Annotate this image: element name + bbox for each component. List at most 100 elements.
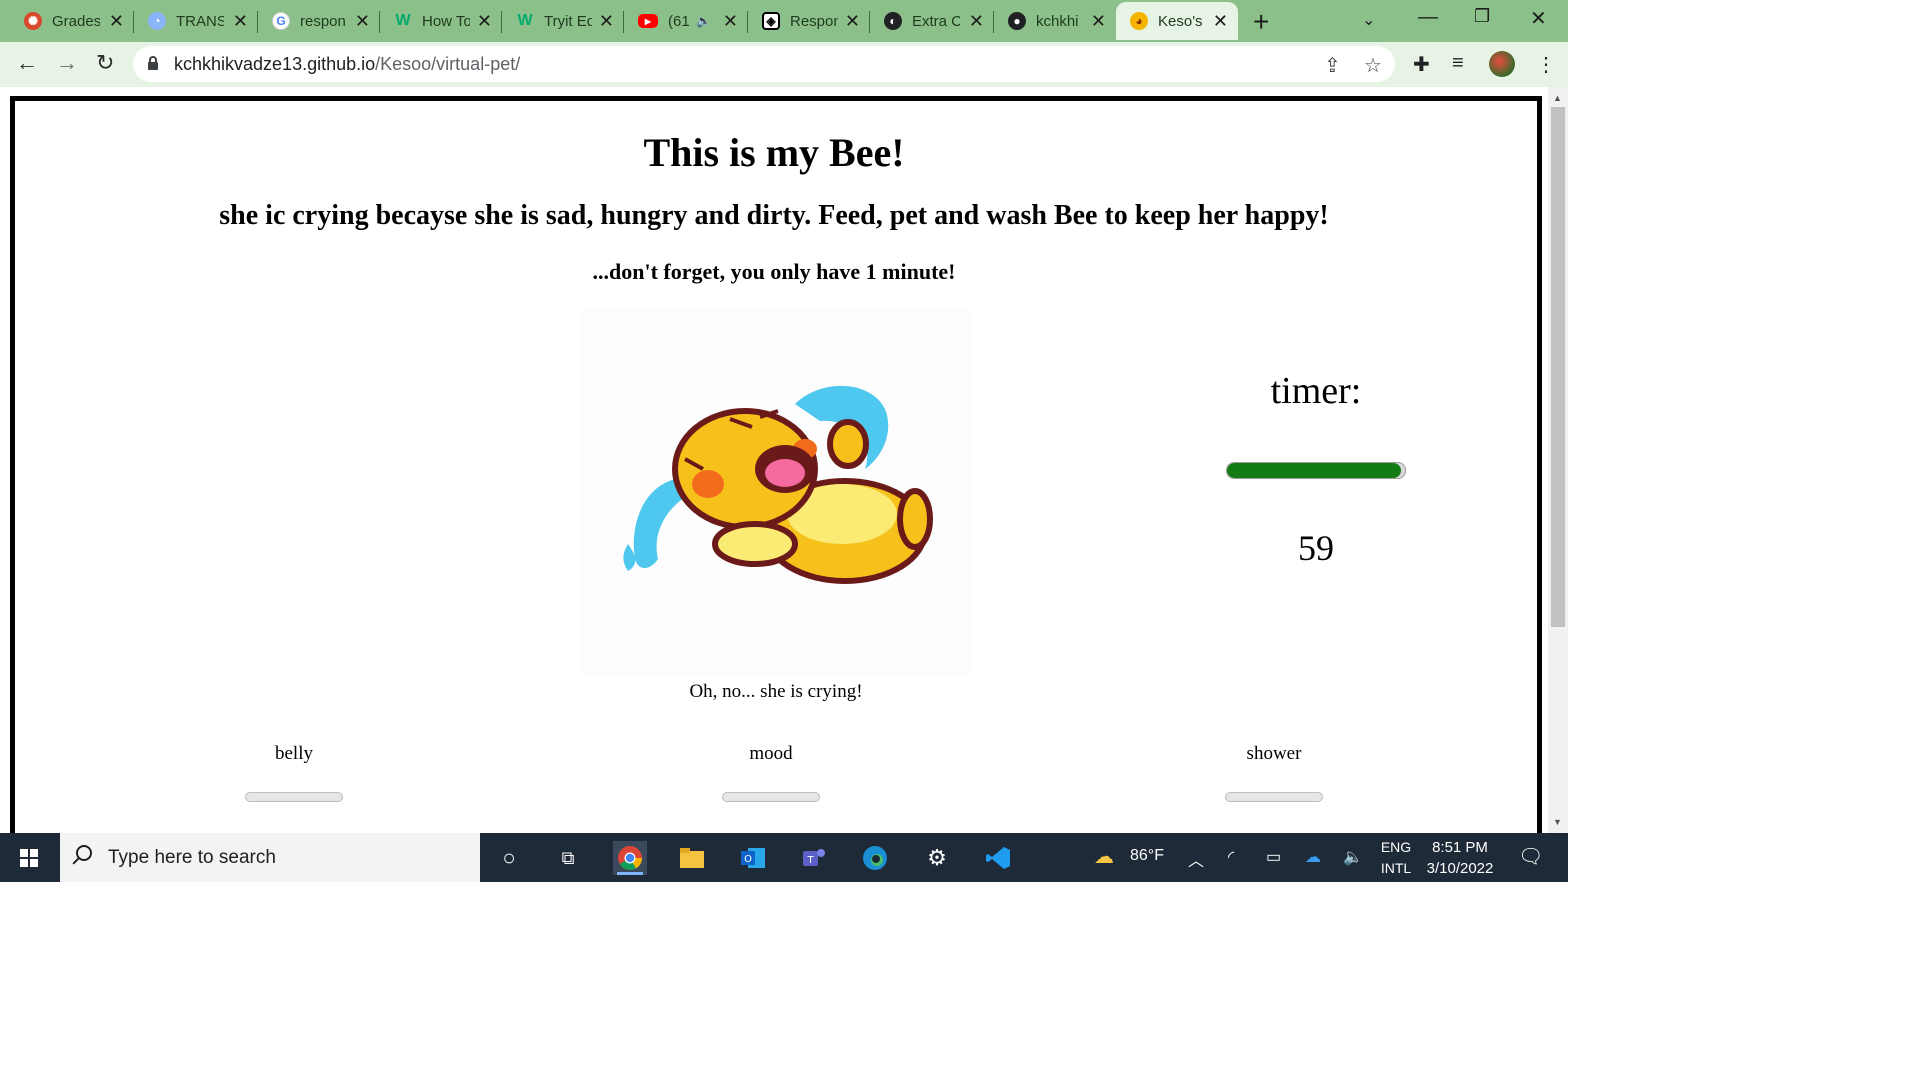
- scroll-down-icon[interactable]: ▼: [1553, 817, 1562, 827]
- mood-meter: [722, 792, 820, 802]
- time-warning: ...don't forget, you only have 1 minute!: [592, 259, 956, 284]
- google-icon: G: [272, 12, 290, 30]
- close-window-icon[interactable]: ✕: [1530, 6, 1547, 31]
- scrollbar-thumb[interactable]: [1551, 107, 1565, 627]
- windows-start-icon[interactable]: [20, 849, 38, 867]
- close-tab-icon[interactable]: ✕: [969, 11, 984, 32]
- url-path: /Kesoo/virtual-pet/: [375, 54, 521, 74]
- tab-title: How To: [422, 12, 470, 30]
- battery-icon[interactable]: ▭: [1266, 847, 1281, 867]
- close-tab-icon[interactable]: ✕: [477, 11, 492, 32]
- w3schools-icon: W: [517, 12, 533, 29]
- scroll-up-icon[interactable]: ▲: [1553, 93, 1562, 103]
- clock-date: 3/10/2022: [1426, 860, 1494, 877]
- back-icon[interactable]: ←: [16, 50, 38, 76]
- speaker-icon[interactable]: 🔈: [696, 14, 711, 28]
- vscode-icon[interactable]: [981, 841, 1015, 875]
- new-tab-button[interactable]: +: [1253, 6, 1269, 38]
- wifi-icon[interactable]: ◜: [1228, 847, 1234, 867]
- shower-label: shower: [1246, 743, 1302, 764]
- teams-icon[interactable]: T: [797, 841, 831, 875]
- share-icon[interactable]: ⇪: [1324, 53, 1341, 78]
- browser-tab[interactable]: W Tryit Ed ✕: [502, 2, 624, 40]
- avatar[interactable]: [1489, 51, 1515, 77]
- taskbar-search-box[interactable]: Type here to search: [60, 833, 480, 882]
- weather-icon[interactable]: ☁: [1094, 844, 1114, 869]
- canvas-icon: ✺: [24, 12, 42, 30]
- close-tab-icon[interactable]: ✕: [845, 11, 860, 32]
- tab-strip: ✺ Grades ✕ ◔ TRANS ✕ G respon ✕ W How To…: [0, 0, 1568, 42]
- close-tab-icon[interactable]: ✕: [109, 11, 124, 32]
- github-icon: ●: [1008, 12, 1026, 30]
- close-tab-icon[interactable]: ✕: [1091, 11, 1106, 32]
- vertical-scrollbar[interactable]: ▲ ▼: [1548, 87, 1568, 833]
- menu-icon[interactable]: ⋮: [1536, 52, 1556, 77]
- edge-icon[interactable]: [858, 841, 892, 875]
- minimize-icon[interactable]: —: [1418, 6, 1438, 29]
- shower-meter: [1225, 792, 1323, 802]
- bee-icon: ◕: [1130, 12, 1148, 30]
- timer-progress-bar: [1226, 462, 1406, 479]
- youtube-icon: ▶: [638, 14, 658, 28]
- url-text[interactable]: kchkhikvadze13.github.io/Kesoo/virtual-p…: [174, 54, 520, 75]
- address-bar[interactable]: kchkhikvadze13.github.io/Kesoo/virtual-p…: [133, 46, 1395, 82]
- tab-title: Grades: [52, 12, 100, 30]
- file-explorer-icon[interactable]: [675, 841, 709, 875]
- onedrive-icon[interactable]: ☁: [1305, 847, 1321, 867]
- clock-time: 8:51 PM: [1432, 839, 1488, 856]
- w3schools-icon: W: [395, 12, 411, 29]
- cortana-icon[interactable]: ○: [492, 841, 526, 875]
- browser-tab[interactable]: ● kchkhi ✕: [994, 2, 1116, 40]
- task-view-icon[interactable]: ⧉: [551, 841, 585, 875]
- close-tab-icon[interactable]: ✕: [599, 11, 614, 32]
- close-tab-icon[interactable]: ✕: [233, 11, 248, 32]
- tab-title: kchkhi: [1036, 12, 1079, 30]
- timer-progress-fill: [1227, 463, 1402, 478]
- belly-label: belly: [275, 743, 313, 764]
- close-tab-icon[interactable]: ✕: [723, 11, 738, 32]
- crying-bee-illustration: [623, 385, 933, 584]
- windows-taskbar: Type here to search ○ ⧉ O T ⚙ ☁ 86°F ︿ ◜…: [0, 833, 1568, 882]
- reload-icon[interactable]: ↻: [96, 50, 114, 76]
- chrome-taskbar-icon[interactable]: [613, 841, 647, 875]
- forward-icon[interactable]: →: [56, 50, 78, 76]
- restore-icon[interactable]: ❐: [1474, 6, 1490, 27]
- language-code: ENG: [1380, 839, 1412, 855]
- close-tab-icon[interactable]: ✕: [355, 11, 370, 32]
- tab-search-icon[interactable]: ⌄: [1362, 10, 1375, 30]
- lock-icon[interactable]: [147, 56, 159, 70]
- browser-tab[interactable]: G respon ✕: [258, 2, 380, 40]
- tab-title: (61: [668, 12, 690, 30]
- tab-title: Extra C: [912, 12, 960, 30]
- timer-value: 59: [1298, 528, 1334, 568]
- search-icon: [76, 845, 92, 861]
- globe-icon: ◐: [884, 12, 902, 30]
- tab-title: respon: [300, 12, 346, 30]
- translate-icon: ◔: [148, 12, 166, 30]
- browser-tab-active[interactable]: ◕ Keso's ✕: [1116, 2, 1238, 40]
- notifications-icon[interactable]: 🗨: [1518, 844, 1543, 869]
- browser-tab[interactable]: ◐ Extra C ✕: [870, 2, 994, 40]
- browser-tab[interactable]: ✺ Grades ✕: [10, 2, 134, 40]
- extensions-icon[interactable]: ✚: [1413, 52, 1430, 77]
- close-tab-icon[interactable]: ✕: [1213, 11, 1228, 32]
- language-indicator[interactable]: ENG INTL: [1378, 837, 1414, 879]
- weather-temp[interactable]: 86°F: [1130, 847, 1164, 865]
- system-clock[interactable]: 8:51 PM 3/10/2022: [1418, 837, 1502, 879]
- browser-tab[interactable]: ◔ TRANS ✕: [134, 2, 258, 40]
- show-hidden-icons-icon[interactable]: ︿: [1188, 847, 1204, 871]
- browser-tab[interactable]: W How To ✕: [380, 2, 502, 40]
- bookmark-star-icon[interactable]: ☆: [1364, 53, 1382, 78]
- url-host: kchkhikvadze13.github.io: [174, 54, 376, 74]
- media-control-icon[interactable]: ≡: [1452, 52, 1464, 75]
- tab-title: Keso's: [1158, 12, 1203, 30]
- svg-text:T: T: [806, 855, 814, 866]
- browser-tab[interactable]: ◈ Respon ✕: [748, 2, 870, 40]
- settings-gear-icon[interactable]: ⚙: [920, 841, 954, 875]
- volume-icon[interactable]: 🔈: [1343, 847, 1363, 867]
- tab-title: Tryit Ed: [544, 12, 592, 30]
- chrome-icon: [618, 846, 642, 871]
- browser-tab[interactable]: ▶ (61 🔈 ✕: [624, 2, 748, 40]
- belly-meter: [245, 792, 343, 802]
- outlook-icon[interactable]: O: [736, 841, 770, 875]
